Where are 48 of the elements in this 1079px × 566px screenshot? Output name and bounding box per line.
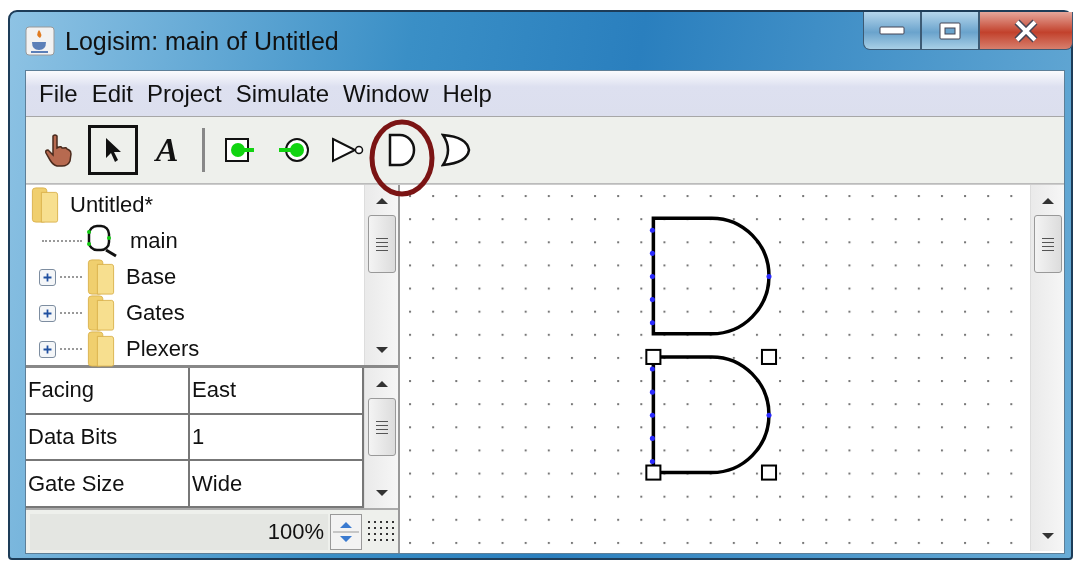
menu-item[interactable]: Simulate xyxy=(228,79,337,108)
tree-item[interactable]: main xyxy=(130,228,178,254)
folder-icon xyxy=(86,331,116,367)
hand-icon xyxy=(44,133,74,167)
zoom-spinner[interactable] xyxy=(330,513,362,550)
expand-toggle[interactable] xyxy=(39,340,56,358)
java-cup-icon xyxy=(25,26,55,56)
expand-toggle[interactable] xyxy=(39,304,56,322)
zoom-field[interactable]: 100% xyxy=(30,513,328,550)
input-pin-icon xyxy=(224,137,256,163)
maximize-button[interactable] xyxy=(921,12,979,50)
scrollbar[interactable] xyxy=(364,185,398,365)
scrollbar-thumb[interactable] xyxy=(1033,215,1062,273)
and-gate-drawing[interactable] xyxy=(645,348,778,481)
output-pin-icon xyxy=(277,136,311,164)
text-tool[interactable]: A xyxy=(142,125,192,175)
not-gate-icon xyxy=(331,137,365,163)
arrow-cursor-icon xyxy=(103,136,123,164)
and-gate-drawing[interactable] xyxy=(649,216,772,336)
menu-item[interactable]: File xyxy=(32,79,85,108)
folder-icon xyxy=(86,259,116,295)
attribute-name: Gate Size xyxy=(26,461,190,508)
close-icon xyxy=(1012,18,1040,43)
scrollbar[interactable] xyxy=(1030,185,1064,551)
menu-item[interactable]: Window xyxy=(336,79,436,108)
minimize-button[interactable] xyxy=(863,12,921,50)
scrollbar-thumb[interactable] xyxy=(367,215,396,273)
tree-item[interactable]: Plexers xyxy=(126,336,200,362)
scrollbar[interactable] xyxy=(364,368,398,508)
expand-toggle[interactable] xyxy=(39,268,56,286)
attribute-name: Facing xyxy=(26,368,190,415)
window-title: Logisim: main of Untitled xyxy=(65,26,339,56)
scrollbar-thumb[interactable] xyxy=(367,398,396,456)
folder-icon xyxy=(86,295,116,331)
tree-item[interactable]: Gates xyxy=(126,300,185,326)
close-button[interactable] xyxy=(979,12,1073,50)
tree-item[interactable]: Base xyxy=(126,264,177,290)
tree-item[interactable]: Untitled* xyxy=(70,192,154,218)
menu-item[interactable]: Project xyxy=(140,79,229,108)
and-gate-icon xyxy=(387,133,417,167)
or-gate-icon xyxy=(441,133,471,167)
maximize-icon xyxy=(938,20,962,41)
menu-item[interactable]: Help xyxy=(435,79,499,108)
folder-icon xyxy=(30,187,60,223)
select-tool[interactable] xyxy=(88,125,138,175)
menu-item[interactable]: Edit xyxy=(84,79,141,108)
attribute-name: Data Bits xyxy=(26,414,190,462)
minimize-icon xyxy=(879,25,905,36)
